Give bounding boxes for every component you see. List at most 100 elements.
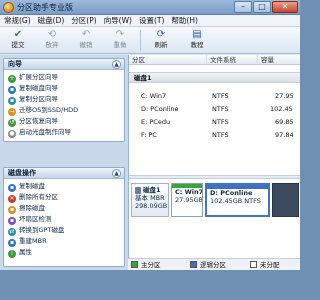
minimize-button[interactable]: – xyxy=(234,1,252,13)
discard-button[interactable]: ⟲ 放弃 xyxy=(37,28,67,53)
partition-name: E: PCedu xyxy=(141,118,171,126)
app-window: 分区助手专业版 – □ ✕ 常规(G) 磁盘(D) 分区(P) 向导(W) 设置… xyxy=(0,0,300,300)
logical-swatch-icon xyxy=(190,261,197,268)
hard-disk-icon xyxy=(135,187,141,194)
disk-group-row[interactable]: 磁盘1 xyxy=(129,72,300,83)
partition-name: C: Win7 xyxy=(141,92,167,100)
window-title: 分区助手专业版 xyxy=(17,3,73,12)
menu-general[interactable]: 常规(G) xyxy=(4,15,31,26)
undo-button[interactable]: ↶ 撤销 xyxy=(71,28,101,53)
column-capacity[interactable]: 容量 xyxy=(261,55,300,65)
disk-op-label: 属性 xyxy=(19,248,32,256)
wizard-item-migrate-os[interactable]: → 迁移OS到SSD/HDD xyxy=(4,105,124,116)
legend-primary: 主分区 xyxy=(131,261,161,269)
partition-capacity: 69.85 xyxy=(275,118,294,126)
collapse-icon[interactable]: ▲ xyxy=(112,60,121,69)
wizard-box: 向导 ▲ + 扩展分区向导 ▪ 复制磁盘向导 ▪ 复制分区向导 → 迁移OS到SSD/H… xyxy=(3,58,125,142)
partition-block-size: 27.95GB xyxy=(175,196,203,204)
collapse-icon[interactable]: ▲ xyxy=(112,169,121,178)
disk-operations-box: 磁盘操作 ▲ ▪ 复制磁盘 ✕ 删除所有分区 ▪ 擦除磁盘 ▪ 坏扇区检测 ⇄ 转换到GP… xyxy=(3,167,125,267)
wizard-item-label: 启动光盘制作向导 xyxy=(19,128,71,136)
table-row[interactable]: D: PConline NTFS 102.45 xyxy=(129,104,300,115)
partition-filesystem: NTFS xyxy=(212,131,229,139)
disk-operations-heading[interactable]: 磁盘操作 ▲ xyxy=(4,168,124,179)
panel-splitter[interactable] xyxy=(129,175,300,179)
partition-block-name: C: Win7 xyxy=(175,188,203,196)
disk-op-wipe[interactable]: ▪ 擦除磁盘 xyxy=(4,203,124,214)
refresh-button[interactable]: ⟳ 刷新 xyxy=(146,28,176,53)
wizard-heading[interactable]: 向导 ▲ xyxy=(4,59,124,70)
partition-name: F: PC xyxy=(141,131,157,139)
menu-wizard[interactable]: 向导(W) xyxy=(104,15,132,26)
partition-block-name: D: PConline xyxy=(210,189,253,197)
disk-op-label: 删除所有分区 xyxy=(19,193,58,201)
partition-block-more[interactable] xyxy=(272,183,299,217)
recovery-icon: ↺ xyxy=(8,119,16,127)
table-row[interactable]: E: PCedu NTFS 69.85 xyxy=(129,117,300,128)
menu-disk[interactable]: 磁盘(D) xyxy=(38,15,65,26)
extend-icon: + xyxy=(8,75,16,83)
partition-filesystem: NTFS xyxy=(212,105,229,113)
book-icon: ▤ xyxy=(192,29,202,40)
wizard-item-label: 扩展分区向导 xyxy=(19,73,58,81)
wizard-item-extend[interactable]: + 扩展分区向导 xyxy=(4,72,124,83)
disk-op-rebuild-mbr[interactable]: ▪ 重建MBR xyxy=(4,236,124,247)
wizard-item-bootable-cd[interactable]: ● 启动光盘制作向导 xyxy=(4,127,124,138)
rebuild-icon: ▪ xyxy=(8,239,16,247)
partition-block-c[interactable]: C: Win7 27.95GB xyxy=(171,183,203,217)
desktop-background xyxy=(0,270,300,300)
menu-help[interactable]: 帮助(H) xyxy=(171,15,198,26)
redo-button[interactable]: ↷ 重做 xyxy=(105,28,135,53)
disk-map-size: 298.09GB xyxy=(135,202,168,210)
legend-bar: 主分区 逻辑分区 未分配 xyxy=(128,258,300,270)
undo-label: 撤销 xyxy=(79,41,93,49)
toolbar-separator xyxy=(140,30,141,51)
partition-capacity: 27.95 xyxy=(275,92,294,100)
legend-logical: 逻辑分区 xyxy=(190,261,226,269)
close-button[interactable]: ✕ xyxy=(272,1,298,13)
wizard-item-label: 复制分区向导 xyxy=(19,95,58,103)
partition-filesystem: NTFS xyxy=(212,118,229,126)
copy-partition-icon: ▪ xyxy=(8,97,16,105)
table-row[interactable]: F: PC NTFS 97.84 xyxy=(129,130,300,141)
disk-op-copy[interactable]: ▪ 复制磁盘 xyxy=(4,181,124,192)
refresh-label: 刷新 xyxy=(154,41,168,49)
wizard-item-label: 迁移OS到SSD/HDD xyxy=(19,106,79,114)
disk-info-block[interactable]: 磁盘1 基本 MBR 298.09GB xyxy=(131,183,169,217)
primary-swatch-icon xyxy=(131,261,138,268)
wizard-item-label: 复制磁盘向导 xyxy=(19,84,58,92)
maximize-button[interactable]: □ xyxy=(253,1,271,13)
discard-icon: ⟲ xyxy=(47,29,57,40)
undo-icon: ↶ xyxy=(81,29,91,40)
disk-op-bad-sector[interactable]: ▪ 坏扇区检测 xyxy=(4,214,124,225)
title-bar[interactable]: 分区助手专业版 – □ ✕ xyxy=(0,0,300,15)
submit-button[interactable]: ✔ 提交 xyxy=(3,28,33,53)
wizard-item-copy-disk[interactable]: ▪ 复制磁盘向导 xyxy=(4,83,124,94)
tutorial-button[interactable]: ▤ 教程 xyxy=(182,28,212,53)
tutorial-label: 教程 xyxy=(190,41,204,49)
convert-icon: ⇄ xyxy=(8,228,16,236)
menu-settings[interactable]: 设置(T) xyxy=(139,15,164,26)
partition-block-d[interactable]: D: PConline 102.45GB NTFS xyxy=(205,183,270,217)
column-partition[interactable]: 分区 xyxy=(132,55,207,65)
disk-op-convert-gpt[interactable]: ⇄ 转换到GPT磁盘 xyxy=(4,225,124,236)
disk-op-delete-all[interactable]: ✕ 删除所有分区 xyxy=(4,192,124,203)
disk-op-label: 重建MBR xyxy=(19,237,47,245)
menu-partition[interactable]: 分区(P) xyxy=(71,15,96,26)
delete-icon: ✕ xyxy=(8,195,16,203)
legend-logical-label: 逻辑分区 xyxy=(200,261,226,269)
partition-capacity: 102.45 xyxy=(270,105,293,113)
wipe-icon: ▪ xyxy=(8,206,16,214)
window-controls: – □ ✕ xyxy=(234,1,298,13)
table-row[interactable]: C: Win7 NTFS 27.95 xyxy=(129,91,300,102)
disk-op-label: 复制磁盘 xyxy=(19,182,45,190)
disk-op-properties[interactable]: i 属性 xyxy=(4,247,124,258)
column-filesystem[interactable]: 文件系统 xyxy=(210,55,258,65)
disk-operations-heading-text: 磁盘操作 xyxy=(8,169,36,177)
wizard-item-recovery[interactable]: ↺ 分区恢复向导 xyxy=(4,116,124,127)
legend-unallocated-label: 未分配 xyxy=(260,261,280,269)
submit-label: 提交 xyxy=(11,41,25,49)
wizard-item-copy-partition[interactable]: ▪ 复制分区向导 xyxy=(4,94,124,105)
partition-filesystem: NTFS xyxy=(212,92,229,100)
wizard-item-label: 分区恢复向导 xyxy=(19,117,58,125)
